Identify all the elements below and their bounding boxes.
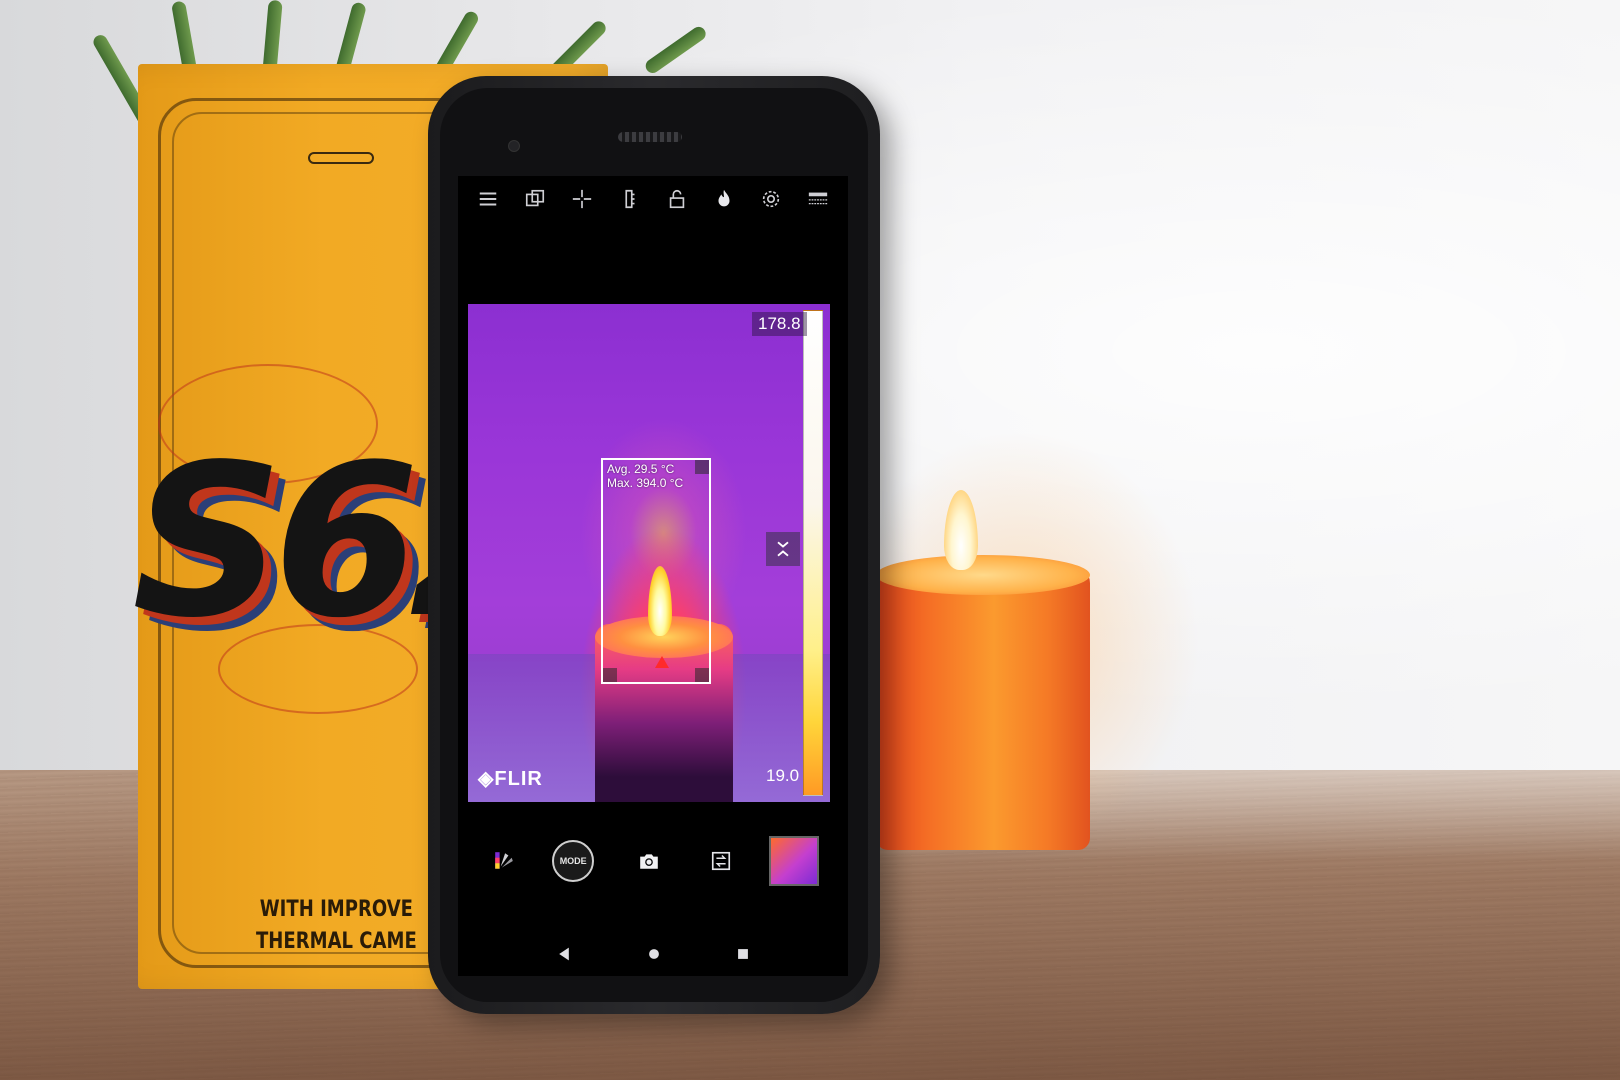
camera-icon [640, 854, 658, 869]
avg-temperature: Avg. 29.5 °C [607, 462, 675, 476]
thermal-image[interactable]: Avg. 29.5 °C Max. 394.0 °C 178.8 19.0 ◈F… [468, 304, 830, 802]
measurement-box[interactable]: Avg. 29.5 °C Max. 394.0 °C [601, 458, 711, 684]
phone-bezel: Avg. 29.5 °C Max. 394.0 °C 178.8 19.0 ◈F… [440, 88, 868, 1002]
settings-icon[interactable] [754, 182, 788, 216]
camera-controls: MODE [458, 826, 848, 896]
palette-strip-icon[interactable] [801, 182, 835, 216]
box-tagline-line2: THERMAL CAME [256, 929, 417, 954]
temperature-scale-bar [803, 310, 823, 796]
resize-handle-top-right[interactable] [695, 460, 709, 474]
capture-button[interactable] [625, 837, 673, 885]
color-palette-button[interactable] [487, 844, 521, 878]
recents-icon[interactable] [736, 947, 750, 961]
candle [876, 565, 1090, 850]
android-nav-bar [458, 936, 848, 972]
resize-handle-bottom-left[interactable] [603, 668, 617, 682]
back-icon[interactable] [556, 946, 572, 962]
scale-lock-button[interactable] [766, 532, 800, 566]
swap-images-icon [711, 851, 730, 871]
max-temperature: Max. 394.0 °C [607, 476, 684, 490]
front-camera [508, 140, 520, 152]
resize-handle-bottom-right[interactable] [695, 668, 709, 682]
photo-scene: S62 WITH IMPROVE THERMAL CAME Avg. 29.5 … [0, 0, 1620, 1080]
menu-icon[interactable] [471, 182, 505, 216]
measurement-readout: Avg. 29.5 °C Max. 394.0 °C [607, 462, 683, 490]
spot-meter-icon[interactable] [565, 182, 599, 216]
home-icon[interactable] [647, 947, 661, 961]
thermal-toolbar [458, 176, 848, 222]
gallery-switch-button[interactable] [704, 844, 738, 878]
box-speaker-drawing [308, 152, 374, 164]
scale-max-value: 178.8 [752, 312, 807, 336]
candle-top [876, 555, 1090, 595]
box-tagline: WITH IMPROVE THERMAL CAME [256, 894, 417, 958]
scale-icon[interactable] [612, 182, 646, 216]
phone: Avg. 29.5 °C Max. 394.0 °C 178.8 19.0 ◈F… [428, 76, 880, 1014]
box-tagline-line1: WITH IMPROVE [259, 897, 413, 922]
palette-icon [495, 852, 514, 869]
flir-logo: ◈FLIR [478, 766, 543, 791]
flir-brand-text: FLIR [494, 768, 543, 790]
earpiece [618, 132, 682, 142]
hot-spot-marker [655, 656, 669, 668]
flir-diamond-icon: ◈ [478, 768, 495, 790]
lock-icon[interactable] [660, 182, 694, 216]
scale-min-value: 19.0 [766, 766, 800, 785]
expand-collapse-icon [777, 541, 789, 557]
overlay-icon[interactable] [518, 182, 552, 216]
last-capture-thumbnail[interactable] [768, 836, 819, 886]
phone-screen: Avg. 29.5 °C Max. 394.0 °C 178.8 19.0 ◈F… [458, 176, 848, 976]
flame-icon[interactable] [707, 182, 741, 216]
mode-button[interactable]: MODE [552, 840, 595, 882]
